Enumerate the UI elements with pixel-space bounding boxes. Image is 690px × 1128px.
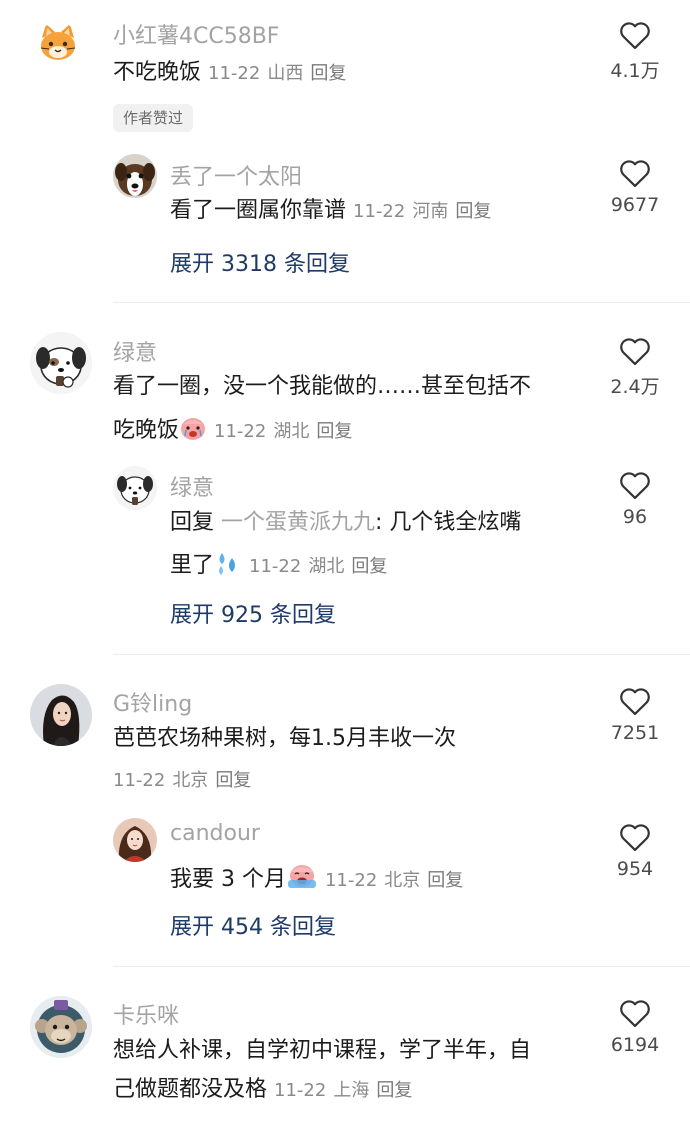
comment-username[interactable]: 卡乐咪 (113, 998, 179, 1030)
mention-username[interactable]: 一个蛋黄派九九 (221, 510, 375, 535)
heart-icon[interactable] (618, 158, 652, 188)
divider (113, 302, 690, 303)
like-button[interactable]: 6194 (600, 998, 670, 1056)
heart-icon[interactable] (618, 686, 652, 716)
reply-text-line: 看了一圈属你靠谱 11-22 河南 回复 (170, 200, 491, 222)
crying-emoji-icon (179, 415, 207, 446)
like-count: 4.1万 (610, 60, 660, 82)
comment-text: 芭芭农场种果树，每1.5月丰收一次 (113, 726, 456, 751)
reply-button[interactable]: 回复 (316, 421, 352, 442)
reply-button[interactable]: 回复 (455, 201, 491, 222)
comment-list: 小红薯4CC58BF 不吃晚饭 11-22 山西 回复 作者赞过 4.1万 丢了… (0, 0, 690, 1128)
woman-portrait-avatar-icon[interactable] (30, 684, 92, 746)
like-button[interactable]: 4.1万 (600, 20, 670, 83)
like-count: 9677 (610, 194, 660, 216)
like-count: 2.4万 (610, 376, 660, 398)
reply-text-line1: : 几个钱全炫嘴 (375, 510, 522, 535)
cartoon-dog-avatar-icon[interactable] (113, 466, 157, 510)
girl-portrait-avatar-icon[interactable] (113, 818, 157, 862)
reply-location: 北京 (384, 870, 421, 891)
reply-prefix: 回复 (170, 510, 215, 535)
dog-avatar-icon[interactable] (113, 154, 157, 198)
reply-date: 11-22 (324, 870, 378, 891)
like-count: 7251 (610, 722, 660, 744)
sweat-drops-emoji-icon (214, 550, 242, 581)
reply-text-line2: 里了 (170, 553, 215, 578)
like-button[interactable]: 7251 (600, 686, 670, 744)
reply-text: 看了一圈属你靠谱 (170, 198, 347, 223)
heart-icon[interactable] (618, 20, 652, 50)
heart-icon[interactable] (618, 470, 652, 500)
cat-avatar-icon[interactable] (38, 22, 78, 62)
comment-location: 上海 (333, 1080, 370, 1101)
comment-username[interactable]: 小红薯4CC58BF (113, 18, 279, 50)
comment-text-line: 想给人补课，自学初中课程，学了半年，自 (113, 1040, 531, 1062)
like-button[interactable]: 954 (600, 822, 670, 880)
reply-text: 我要 3 个月 (170, 867, 286, 892)
comment-date: 11-22 (113, 770, 166, 791)
comment-username[interactable]: 绿意 (113, 335, 157, 367)
heart-icon[interactable] (618, 998, 652, 1028)
monkey-avatar-icon[interactable] (30, 996, 92, 1058)
like-button[interactable]: 2.4万 (600, 336, 670, 399)
reply-date: 11-22 (249, 556, 302, 577)
like-count: 96 (622, 506, 648, 528)
like-count: 6194 (610, 1034, 660, 1056)
comment-location: 山西 (267, 63, 304, 84)
comment-text-line: 看了一圈，没一个我能做的……甚至包括不 (113, 376, 531, 398)
divider (113, 654, 690, 655)
reply-location: 河南 (412, 201, 449, 222)
comment-username[interactable]: G铃ling (113, 686, 192, 718)
comment-text-line2: 吃晚饭 (113, 418, 180, 443)
comment-date: 11-22 (208, 63, 261, 84)
reply-text-line: 里了 11-22 湖北 回复 (170, 550, 387, 581)
comment-text-line: 己做题都没及格 11-22 上海 回复 (113, 1079, 412, 1101)
expand-replies-link[interactable]: 展开 454 条回复 (170, 909, 336, 941)
reply-button[interactable]: 回复 (351, 556, 387, 577)
reply-text-line: 我要 3 个月 11-22 北京 回复 (170, 862, 463, 895)
reply-button[interactable]: 回复 (310, 63, 346, 84)
comment-text: 不吃晚饭 (113, 60, 202, 85)
reply-location: 湖北 (308, 556, 345, 577)
cartoon-dog-avatar-icon[interactable] (30, 332, 92, 394)
like-count: 954 (616, 858, 654, 880)
comment-text-line1: 看了一圈，没一个我能做的……甚至包括不 (113, 374, 532, 399)
reply-text-line: 回复 一个蛋黄派九九: 几个钱全炫嘴 (170, 512, 521, 534)
comment-text-line2: 己做题都没及格 (113, 1077, 268, 1102)
comment-text-line: 不吃晚饭 11-22 山西 回复 (113, 62, 346, 84)
like-button[interactable]: 9677 (600, 158, 670, 216)
reply-username[interactable]: 绿意 (170, 470, 214, 502)
reply-button[interactable]: 回复 (215, 770, 251, 791)
reply-button[interactable]: 回复 (376, 1080, 412, 1101)
reply-button[interactable]: 回复 (427, 870, 463, 891)
comment-meta-line: 11-22 北京 回复 (113, 769, 251, 791)
like-button[interactable]: 96 (600, 470, 670, 528)
comment-location: 湖北 (273, 421, 310, 442)
comment-text-line1: 想给人补课，自学初中课程，学了半年，自 (113, 1038, 532, 1063)
reply-username[interactable]: 丢了一个太阳 (170, 159, 302, 191)
expand-replies-link[interactable]: 展开 3318 条回复 (170, 246, 350, 278)
comment-date: 11-22 (274, 1080, 327, 1101)
reply-date: 11-22 (353, 201, 406, 222)
heart-icon[interactable] (618, 336, 652, 366)
comment-date: 11-22 (214, 421, 267, 442)
comment-text-line: 吃晚饭 11-22 湖北 回复 (113, 415, 352, 446)
divider (113, 966, 690, 967)
comment-text-line: 芭芭农场种果树，每1.5月丰收一次 (113, 728, 456, 750)
comment-location: 北京 (172, 770, 209, 791)
author-liked-badge: 作者赞过 (113, 104, 194, 132)
reply-username[interactable]: candour (170, 821, 260, 846)
comment-item: 小红薯4CC58BF 不吃晚饭 11-22 山西 回复 作者赞过 4.1万 丢了… (0, 0, 690, 300)
expand-replies-link[interactable]: 展开 925 条回复 (170, 597, 336, 629)
sobbing-emoji-icon (286, 862, 318, 895)
heart-icon[interactable] (618, 822, 652, 852)
